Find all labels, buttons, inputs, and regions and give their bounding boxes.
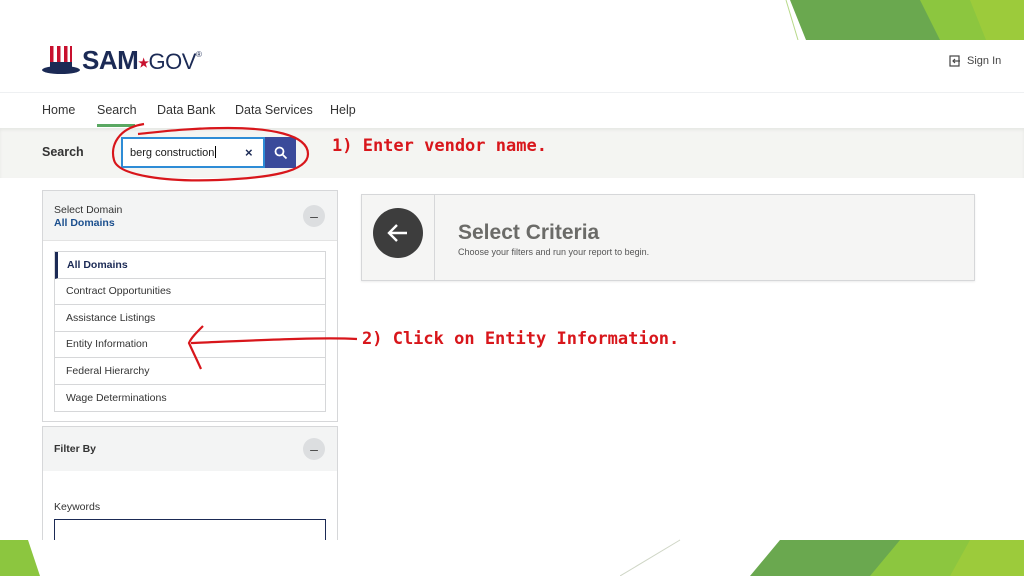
collapse-domain-button[interactable]: – <box>303 205 325 227</box>
sign-in-label: Sign In <box>967 55 1002 67</box>
nav-search[interactable]: Search <box>97 103 137 117</box>
search-label: Search <box>42 145 84 159</box>
annotation-step-2: 2) Click on Entity Information. <box>362 329 680 349</box>
filter-panel-header: Filter By – <box>42 426 338 472</box>
arrow-left-icon <box>387 224 407 242</box>
site-header: SAM★GOV® Sign In <box>0 0 1024 90</box>
nav-home[interactable]: Home <box>42 103 75 117</box>
uncle-sam-hat-icon <box>42 46 80 74</box>
criteria-title: Select Criteria <box>458 221 600 244</box>
nav-data-services[interactable]: Data Services <box>235 103 313 117</box>
filter-panel-title: Filter By <box>54 443 97 455</box>
select-criteria-card: Select Criteria Choose your filters and … <box>361 194 975 281</box>
logo-wordmark: SAM★GOV® <box>82 44 202 75</box>
domain-item-all-domains[interactable]: All Domains <box>55 252 325 279</box>
domain-item-wage-determinations[interactable]: Wage Determinations <box>55 384 325 411</box>
keywords-label: Keywords <box>54 501 101 513</box>
decorative-bottom-right-shapes-top <box>620 539 1024 576</box>
decorative-bottom-left-shape-top <box>0 540 40 576</box>
logo-star: ★ <box>138 55 149 70</box>
collapse-filter-button[interactable]: – <box>303 438 325 460</box>
sign-in-link[interactable]: Sign In <box>949 55 1001 67</box>
sam-gov-logo[interactable]: SAM★GOV® <box>42 44 202 76</box>
criteria-subtitle: Choose your filters and run your report … <box>458 247 650 257</box>
nav-data-bank[interactable]: Data Bank <box>157 103 215 117</box>
domain-selected-value: All Domains <box>54 217 115 229</box>
nav-help[interactable]: Help <box>330 103 356 117</box>
domain-panel-title: Select Domain <box>54 204 123 216</box>
annotation-red-arrow <box>187 325 358 370</box>
annotation-red-circle <box>111 122 310 182</box>
sign-in-icon <box>949 55 960 67</box>
criteria-divider <box>434 195 435 280</box>
domain-panel-header: Select Domain All Domains – <box>43 191 337 241</box>
domain-item-contract-opportunities[interactable]: Contract Opportunities <box>55 278 325 305</box>
annotation-step-1: 1) Enter vendor name. <box>332 136 547 156</box>
back-button[interactable] <box>373 208 423 258</box>
